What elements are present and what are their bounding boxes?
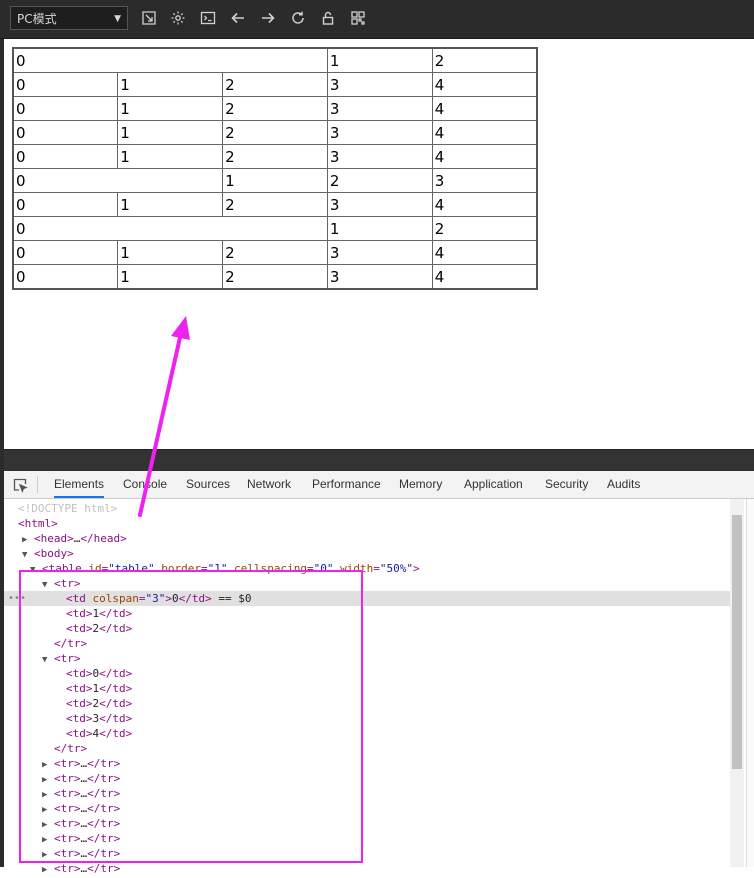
- table-cell: 3: [326, 96, 433, 121]
- dom-node-line[interactable]: <html>: [18, 516, 58, 531]
- table-cell: 2: [431, 47, 538, 73]
- table-cell: 1: [117, 96, 224, 121]
- chevron-down-icon: ▼: [114, 14, 121, 24]
- table-cell: 4: [431, 72, 538, 97]
- table-cell: 0: [12, 144, 119, 169]
- dom-node-line[interactable]: ▼ <body>: [22, 546, 74, 561]
- table-cell: 0: [12, 264, 119, 290]
- mode-select-label: PC模式: [17, 12, 57, 26]
- table-cell: 4: [431, 120, 538, 145]
- table-row: 01234: [12, 192, 538, 217]
- browser-toolbar: PC模式 ▼: [0, 0, 754, 39]
- devtools-tab-bar: Elements Console Sources Network Performance…: [4, 471, 754, 499]
- tab-application[interactable]: Application: [464, 471, 523, 498]
- screen-capture-icon[interactable]: [139, 8, 159, 28]
- table-cell: 3: [326, 240, 433, 265]
- table-row: 01234: [12, 120, 538, 145]
- table-cell: 1: [117, 264, 224, 290]
- table-cell: 2: [222, 96, 328, 121]
- table-row: 012: [12, 216, 538, 241]
- table-cell: 2: [222, 120, 328, 145]
- gear-icon[interactable]: [168, 8, 188, 28]
- tab-audits[interactable]: Audits: [607, 471, 640, 498]
- table-cell: 2: [222, 192, 328, 217]
- reload-icon[interactable]: [288, 8, 308, 28]
- scrollbar-thumb[interactable]: [732, 515, 742, 769]
- qr-code-icon[interactable]: [348, 8, 368, 28]
- console-icon[interactable]: [198, 8, 218, 28]
- dom-node-line[interactable]: ▶ <head>…</head>: [22, 531, 127, 546]
- tab-network[interactable]: Network: [247, 471, 291, 498]
- back-arrow-icon[interactable]: [228, 8, 248, 28]
- table-cell: 0: [12, 47, 328, 73]
- table-cell: 0: [12, 72, 119, 97]
- table-cell: 3: [326, 144, 433, 169]
- table-cell: 1: [117, 144, 224, 169]
- table-cell: 2: [222, 240, 328, 265]
- table-cell: 1: [326, 216, 433, 241]
- table-cell: 0: [12, 192, 119, 217]
- table-row: 01234: [12, 72, 538, 97]
- table-row: 0123: [12, 168, 538, 193]
- dom-node-line[interactable]: <!DOCTYPE html>: [18, 501, 117, 516]
- table-row: 01234: [12, 96, 538, 121]
- table-cell: 3: [431, 168, 538, 193]
- table-cell: 2: [222, 144, 328, 169]
- forward-arrow-icon[interactable]: [258, 8, 278, 28]
- table-cell: 3: [326, 72, 433, 97]
- table-cell: 4: [431, 96, 538, 121]
- table-cell: 1: [117, 72, 224, 97]
- table-row: 012: [12, 47, 538, 73]
- tab-sources[interactable]: Sources: [186, 471, 230, 498]
- table-cell: 0: [12, 216, 328, 241]
- table-cell: 1: [326, 47, 433, 73]
- table-row: 01234: [12, 144, 538, 169]
- tab-separator: [37, 476, 38, 493]
- table-cell: 3: [326, 192, 433, 217]
- table-row: 01234: [12, 264, 538, 290]
- table-cell: 2: [222, 72, 328, 97]
- table-cell: 3: [326, 264, 433, 290]
- tab-elements[interactable]: Elements: [54, 471, 105, 498]
- devtools-resize-divider[interactable]: [4, 449, 754, 472]
- table-cell: 3: [326, 120, 433, 145]
- tab-memory[interactable]: Memory: [399, 471, 442, 498]
- table-cell: 1: [117, 240, 224, 265]
- demo-table: 0120123401234012340123401230123401201234…: [12, 47, 538, 290]
- tab-console[interactable]: Console: [123, 471, 167, 498]
- table-cell: 2: [222, 264, 328, 290]
- annotation-highlight-box: [19, 570, 363, 863]
- table-cell: 4: [431, 144, 538, 169]
- table-cell: 0: [12, 168, 224, 193]
- tab-performance[interactable]: Performance: [312, 471, 381, 498]
- page-viewport: 0120123401234012340123401230123401201234…: [4, 39, 754, 449]
- styles-side-panel: [746, 499, 754, 867]
- table-cell: 4: [431, 240, 538, 265]
- lock-icon[interactable]: [318, 8, 338, 28]
- tab-security[interactable]: Security: [545, 471, 588, 498]
- table-cell: 0: [12, 96, 119, 121]
- table-row: 01234: [12, 240, 538, 265]
- dom-node-line[interactable]: ▶ <tr>…</tr>: [42, 861, 120, 876]
- table-cell: 0: [12, 120, 119, 145]
- dom-tree-scrollbar[interactable]: [730, 499, 744, 867]
- table-cell: 2: [431, 216, 538, 241]
- table-cell: 1: [222, 168, 328, 193]
- table-cell: 0: [12, 240, 119, 265]
- collapse-triangle-icon[interactable]: ▶: [22, 535, 27, 545]
- mode-select[interactable]: PC模式 ▼: [10, 6, 128, 30]
- table-cell: 4: [431, 264, 538, 290]
- table-cell: 1: [117, 120, 224, 145]
- inspect-element-icon[interactable]: [12, 477, 28, 493]
- table-cell: 2: [326, 168, 433, 193]
- expand-triangle-icon[interactable]: ▼: [22, 550, 27, 560]
- table-cell: 4: [431, 192, 538, 217]
- table-cell: 1: [117, 192, 224, 217]
